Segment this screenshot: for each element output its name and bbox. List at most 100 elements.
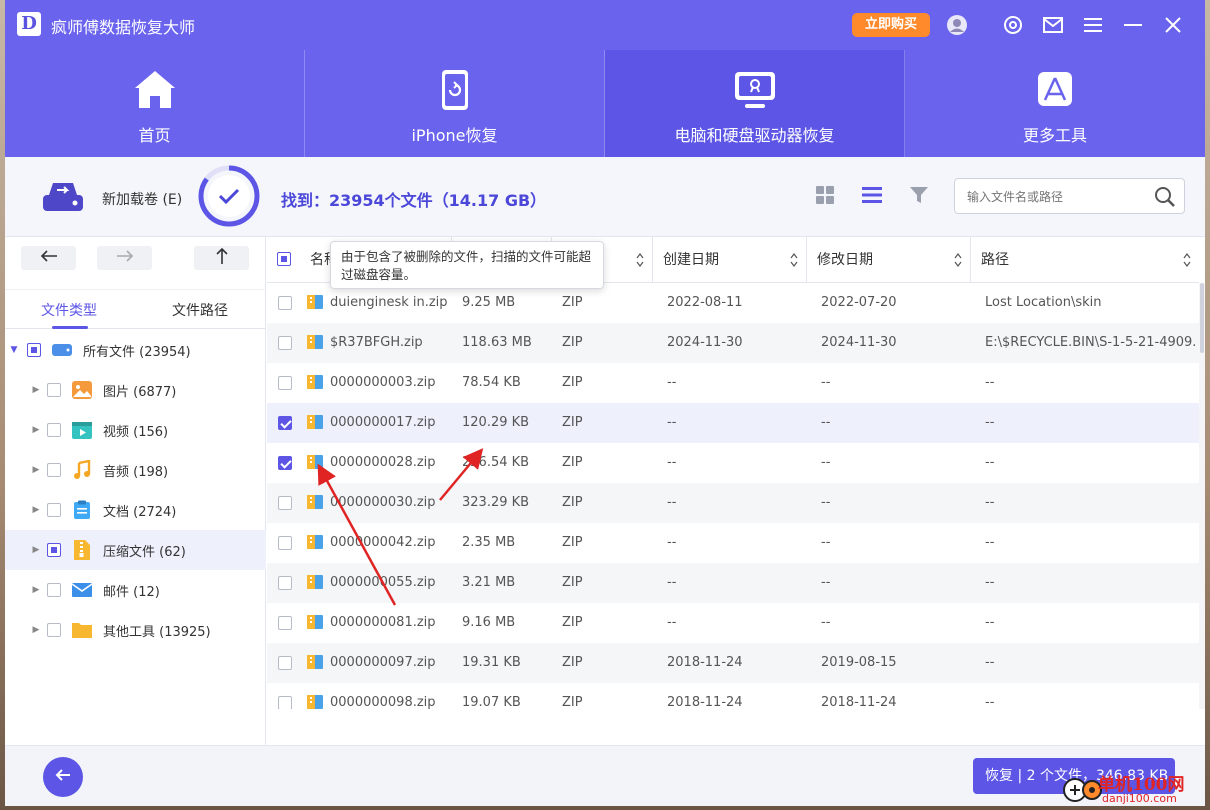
col-path[interactable]: 路径 (971, 237, 1199, 283)
table-row[interactable]: 0000000028.zip 226.54 KB ZIP -- -- -- (267, 443, 1199, 483)
tab-home[interactable]: 首页 (5, 50, 305, 157)
checkbox[interactable] (47, 503, 61, 517)
buy-now-button[interactable]: 立即购买 (852, 13, 930, 37)
checkbox[interactable] (47, 543, 61, 557)
settings-icon[interactable] (1001, 13, 1025, 37)
table-row[interactable]: 0000000098.zip 19.07 KB ZIP 2018-11-24 2018-… (267, 683, 1199, 709)
row-checkbox[interactable] (278, 576, 292, 590)
zip-file-icon (307, 615, 323, 629)
checkbox[interactable] (27, 343, 41, 357)
row-checkbox[interactable] (278, 296, 292, 310)
file-type: ZIP (562, 375, 583, 390)
checkbox[interactable] (47, 583, 61, 597)
tree-item-all-files[interactable]: ▼ 所有文件 (23954) (5, 330, 266, 370)
zip-file-icon (307, 655, 323, 669)
checkbox[interactable] (47, 463, 61, 477)
zip-file-icon (307, 295, 323, 309)
user-icon[interactable] (945, 13, 969, 37)
row-checkbox[interactable] (278, 656, 292, 670)
menu-icon[interactable] (1081, 13, 1105, 37)
row-checkbox[interactable] (278, 336, 292, 350)
list-view-icon[interactable] (860, 183, 884, 207)
grid-view-icon[interactable] (813, 183, 837, 207)
row-checkbox[interactable] (278, 536, 292, 550)
file-name: 0000000098.zip (330, 695, 436, 709)
table-row[interactable]: 0000000017.zip 120.29 KB ZIP -- -- -- (267, 403, 1199, 443)
sort-icon[interactable] (1183, 253, 1191, 267)
checkbox[interactable] (47, 423, 61, 437)
tab-iphone-recovery[interactable]: iPhone恢复 (305, 50, 605, 157)
tree-item-images[interactable]: ▶ 图片 (6877) (5, 370, 266, 410)
caret-right-icon[interactable]: ▶ (31, 625, 41, 635)
col-path-label: 路径 (981, 252, 1009, 268)
forward-nav-button[interactable] (97, 246, 152, 270)
caret-right-icon[interactable]: ▶ (31, 385, 41, 395)
search-box[interactable] (954, 178, 1185, 214)
tab-pc-recovery[interactable]: 电脑和硬盘驱动器恢复 (605, 50, 905, 157)
caret-right-icon[interactable]: ▶ (31, 585, 41, 595)
tab-file-path[interactable]: 文件路径 (172, 300, 228, 320)
tree-item-archives[interactable]: ▶ 压缩文件 (62) (5, 530, 266, 570)
col-created[interactable]: 创建日期 (653, 237, 807, 283)
file-modified: -- (821, 375, 831, 390)
caret-right-icon[interactable]: ▶ (31, 545, 41, 555)
minimize-icon[interactable] (1121, 13, 1145, 37)
row-checkbox[interactable] (278, 376, 292, 390)
checkbox[interactable] (47, 623, 61, 637)
image-icon (71, 380, 93, 400)
table-row[interactable]: 0000000097.zip 19.31 KB ZIP 2018-11-24 2019-… (267, 643, 1199, 683)
row-checkbox[interactable] (278, 416, 292, 430)
row-checkbox[interactable] (278, 616, 292, 630)
tree-item-video[interactable]: ▶ 视频 (156) (5, 410, 266, 450)
select-all-checkbox[interactable] (277, 252, 291, 266)
scrollbar-thumb[interactable] (1200, 283, 1204, 353)
caret-right-icon[interactable]: ▶ (31, 425, 41, 435)
table-row[interactable]: 0000000003.zip 78.54 KB ZIP -- -- -- (267, 363, 1199, 403)
search-input[interactable] (967, 187, 1147, 207)
checkbox[interactable] (47, 383, 61, 397)
apps-icon (1033, 68, 1077, 112)
row-checkbox[interactable] (278, 696, 292, 709)
file-path: -- (985, 535, 995, 550)
table-row[interactable]: 0000000042.zip 2.35 MB ZIP -- -- -- (267, 523, 1199, 563)
file-path: -- (985, 575, 995, 590)
sort-icon[interactable] (954, 253, 962, 267)
vertical-scrollbar[interactable] (1199, 283, 1205, 709)
capacity-tooltip: 由于包含了被删除的文件，扫描的文件可能超过磁盘容量。 (330, 241, 604, 289)
caret-down-icon[interactable]: ▼ (9, 345, 19, 355)
caret-right-icon[interactable]: ▶ (31, 505, 41, 515)
caret-right-icon[interactable]: ▶ (31, 465, 41, 475)
close-icon[interactable] (1161, 13, 1185, 37)
back-button[interactable] (43, 757, 83, 797)
up-nav-button[interactable] (194, 246, 249, 270)
arrow-left-icon (40, 249, 58, 267)
search-icon[interactable] (1154, 186, 1176, 212)
tab-more-tools[interactable]: 更多工具 (905, 50, 1205, 157)
tab-file-type[interactable]: 文件类型 (41, 300, 97, 320)
file-modified: -- (821, 455, 831, 470)
tree-item-other[interactable]: ▶ 其他工具 (13925) (5, 610, 266, 650)
table-row[interactable]: $R37BFGH.zip 118.63 MB ZIP 2024-11-30 2024-1… (267, 323, 1199, 363)
row-checkbox[interactable] (278, 496, 292, 510)
zip-file-icon (307, 335, 323, 349)
sort-icon[interactable] (790, 253, 798, 267)
tree-label: 邮件 (12) (103, 584, 160, 600)
tree-item-audio[interactable]: ▶ 音频 (198) (5, 450, 266, 490)
table-row[interactable]: 0000000030.zip 323.29 KB ZIP -- -- -- (267, 483, 1199, 523)
mail-icon[interactable] (1041, 13, 1065, 37)
table-row[interactable]: 0000000055.zip 3.21 MB ZIP -- -- -- (267, 563, 1199, 603)
file-size: 118.63 MB (462, 335, 532, 350)
app-title: 疯师傅数据恢复大师 (51, 18, 196, 37)
file-path: -- (985, 415, 995, 430)
row-checkbox[interactable] (278, 456, 292, 470)
table-row[interactable]: 0000000081.zip 9.16 MB ZIP -- -- -- (267, 603, 1199, 643)
back-nav-button[interactable] (21, 246, 76, 270)
file-table: 名称 大小 类型 创建日期 修改日期 路径 duienginesk in.zip… (267, 237, 1205, 745)
col-modified[interactable]: 修改日期 (807, 237, 971, 283)
tree-item-documents[interactable]: ▶ 文档 (2724) (5, 490, 266, 530)
file-type: ZIP (562, 295, 583, 310)
sort-icon[interactable] (636, 253, 644, 267)
tree-item-mail[interactable]: ▶ 邮件 (12) (5, 570, 266, 610)
filter-icon[interactable] (907, 183, 931, 207)
table-row[interactable]: duienginesk in.zip 9.25 MB ZIP 2022-08-11 20… (267, 283, 1199, 323)
